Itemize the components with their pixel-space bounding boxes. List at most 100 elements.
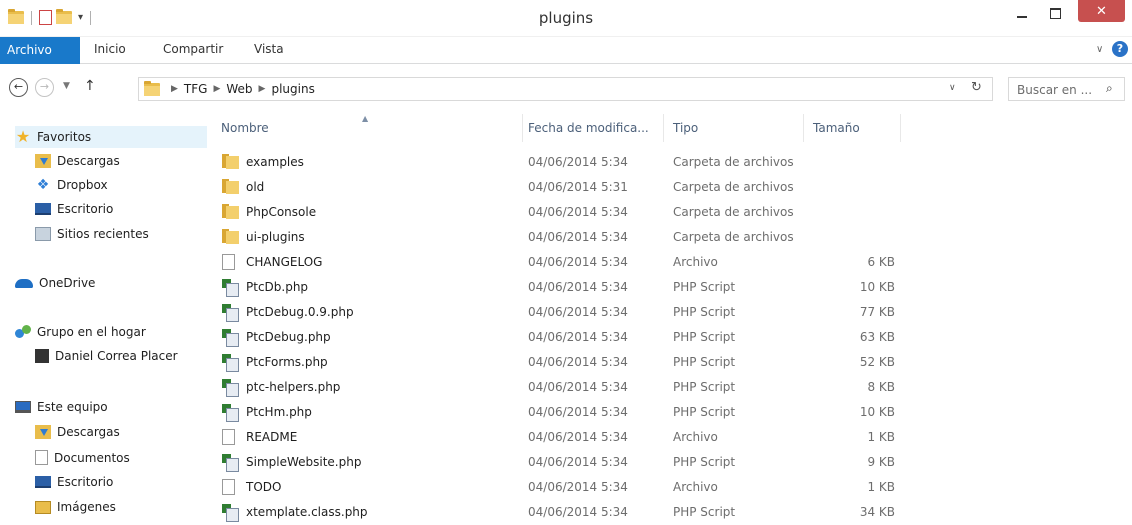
php-file-icon xyxy=(222,329,239,347)
column-divider[interactable] xyxy=(803,114,804,142)
nav-item-favoritos[interactable]: ★ Favoritos xyxy=(15,126,207,148)
expand-ribbon-icon[interactable]: ∨ xyxy=(1096,44,1103,55)
file-size: 63 KB xyxy=(859,330,895,344)
folder-icon xyxy=(144,81,160,96)
column-header-name[interactable]: Nombre xyxy=(221,121,269,149)
file-row[interactable]: PhpConsole 04/06/2014 5:34 Carpeta de ar… xyxy=(215,200,905,224)
php-file-icon xyxy=(222,454,239,472)
file-row[interactable]: PtcDb.php 04/06/2014 5:34 PHP Script 10 … xyxy=(215,275,905,299)
onedrive-icon xyxy=(15,278,33,288)
nav-item-label: Documentos xyxy=(54,450,130,465)
file-date: 04/06/2014 5:34 xyxy=(528,405,628,419)
up-button[interactable]: ↑ xyxy=(84,78,96,94)
column-header-type[interactable]: Tipo xyxy=(673,121,698,149)
file-row[interactable]: xtemplate.class.php 04/06/2014 5:34 PHP … xyxy=(215,500,905,524)
refresh-icon[interactable]: ↻ xyxy=(971,80,982,95)
tab-compartir[interactable]: Compartir xyxy=(163,42,223,56)
file-date: 04/06/2014 5:34 xyxy=(528,305,628,319)
file-row[interactable]: SimpleWebsite.php 04/06/2014 5:34 PHP Sc… xyxy=(215,450,905,474)
file-name: PtcDebug.0.9.php xyxy=(246,305,354,319)
address-bar[interactable]: ▶ TFG ▶ Web ▶ plugins ∨ ↻ xyxy=(138,77,993,101)
window-title: plugins xyxy=(538,9,594,27)
file-row[interactable]: README 04/06/2014 5:34 Archivo 1 KB xyxy=(215,425,905,449)
nav-item-label: Este equipo xyxy=(37,400,108,414)
close-button[interactable]: ✕ xyxy=(1078,0,1125,22)
breadcrumb-item-tfg[interactable]: TFG xyxy=(184,82,208,96)
breadcrumb-item-web[interactable]: Web xyxy=(226,82,252,96)
file-size: 77 KB xyxy=(859,305,895,319)
minimize-button[interactable] xyxy=(1006,2,1038,24)
column-header-size[interactable]: Tamaño xyxy=(813,121,860,149)
nav-item-sitios-recientes[interactable]: Sitios recientes xyxy=(35,227,149,241)
file-name: PtcDebug.php xyxy=(246,330,331,344)
file-name: ui-plugins xyxy=(246,230,305,244)
downloads-icon xyxy=(35,154,51,168)
folder-icon xyxy=(222,179,239,194)
column-header-date[interactable]: Fecha de modifica... xyxy=(528,121,649,149)
file-type: PHP Script xyxy=(673,330,736,344)
file-row[interactable]: PtcDebug.php 04/06/2014 5:34 PHP Script … xyxy=(215,325,905,349)
column-divider[interactable] xyxy=(663,114,664,142)
nav-item-pc-descargas[interactable]: Descargas xyxy=(35,425,120,439)
nav-item-label: OneDrive xyxy=(39,276,96,290)
tab-archivo[interactable]: Archivo xyxy=(0,37,80,64)
address-dropdown-icon[interactable]: ∨ xyxy=(949,83,956,93)
file-type: PHP Script xyxy=(673,505,736,519)
navigation-pane: ★ Favoritos Descargas ❖ Dropbox Escritor… xyxy=(0,114,207,525)
file-type: PHP Script xyxy=(673,355,736,369)
search-box[interactable]: Buscar en ... ⌕ xyxy=(1008,77,1125,101)
nav-item-grupo-en-el-hogar[interactable]: Grupo en el hogar xyxy=(15,325,146,339)
file-size: 52 KB xyxy=(859,355,895,369)
nav-item-descargas[interactable]: Descargas xyxy=(35,154,120,168)
file-name: PtcDb.php xyxy=(246,280,309,294)
file-row[interactable]: CHANGELOG 04/06/2014 5:34 Archivo 6 KB xyxy=(215,250,905,274)
file-type: Carpeta de archivos xyxy=(673,205,794,219)
file-row[interactable]: PtcDebug.0.9.php 04/06/2014 5:34 PHP Scr… xyxy=(215,300,905,324)
file-date: 04/06/2014 5:34 xyxy=(528,380,628,394)
file-row[interactable]: TODO 04/06/2014 5:34 Archivo 1 KB xyxy=(215,475,905,499)
file-row[interactable]: PtcForms.php 04/06/2014 5:34 PHP Script … xyxy=(215,350,905,374)
recent-locations-icon[interactable]: ▼ xyxy=(63,81,70,91)
file-type: Carpeta de archivos xyxy=(673,180,794,194)
file-row[interactable]: ptc-helpers.php 04/06/2014 5:34 PHP Scri… xyxy=(215,375,905,399)
file-row[interactable]: examples 04/06/2014 5:34 Carpeta de arch… xyxy=(215,150,905,174)
folder-icon xyxy=(222,204,239,219)
nav-item-dropbox[interactable]: ❖ Dropbox xyxy=(35,178,108,192)
nav-item-pc-escritorio[interactable]: Escritorio xyxy=(35,475,113,489)
file-size: 6 KB xyxy=(867,255,895,269)
documents-icon xyxy=(35,450,48,465)
file-type: Carpeta de archivos xyxy=(673,155,794,169)
nav-item-pc-documentos[interactable]: Documentos xyxy=(35,450,130,465)
nav-item-onedrive[interactable]: OneDrive xyxy=(15,276,95,290)
search-icon[interactable]: ⌕ xyxy=(1106,81,1113,96)
breadcrumb-arrow-icon[interactable]: ▶ xyxy=(259,84,266,94)
file-date: 04/06/2014 5:31 xyxy=(528,180,628,194)
maximize-button[interactable] xyxy=(1039,2,1071,24)
file-name: README xyxy=(246,430,298,444)
breadcrumb-item-plugins[interactable]: plugins xyxy=(271,82,314,96)
file-row[interactable]: ui-plugins 04/06/2014 5:34 Carpeta de ar… xyxy=(215,225,905,249)
breadcrumb-arrow-icon[interactable]: ▶ xyxy=(171,84,178,94)
column-divider[interactable] xyxy=(522,114,523,142)
breadcrumb-arrow-icon[interactable]: ▶ xyxy=(213,84,220,94)
nav-item-escritorio[interactable]: Escritorio xyxy=(35,202,113,216)
forward-button[interactable]: → xyxy=(35,78,54,97)
nav-item-pc-imagenes[interactable]: Imágenes xyxy=(35,500,116,514)
address-row: ← → ▼ ↑ ▶ TFG ▶ Web ▶ plugins ∨ ↻ Buscar… xyxy=(0,64,1132,114)
search-input[interactable]: Buscar en ... xyxy=(1017,83,1092,97)
php-file-icon xyxy=(222,504,239,522)
homegroup-icon xyxy=(15,325,31,339)
nav-item-label: Escritorio xyxy=(57,202,114,216)
tab-vista[interactable]: Vista xyxy=(254,42,284,56)
computer-icon xyxy=(15,401,31,413)
tab-inicio[interactable]: Inicio xyxy=(94,42,126,56)
file-size: 8 KB xyxy=(867,380,895,394)
nav-item-homegroup-user[interactable]: Daniel Correa Placer xyxy=(35,349,178,363)
file-row[interactable]: PtcHm.php 04/06/2014 5:34 PHP Script 10 … xyxy=(215,400,905,424)
column-divider[interactable] xyxy=(900,114,901,142)
help-icon[interactable]: ? xyxy=(1112,41,1128,57)
nav-item-este-equipo[interactable]: Este equipo xyxy=(15,400,108,414)
back-button[interactable]: ← xyxy=(9,78,28,97)
file-row[interactable]: old 04/06/2014 5:31 Carpeta de archivos xyxy=(215,175,905,199)
file-type: Archivo xyxy=(673,430,718,444)
